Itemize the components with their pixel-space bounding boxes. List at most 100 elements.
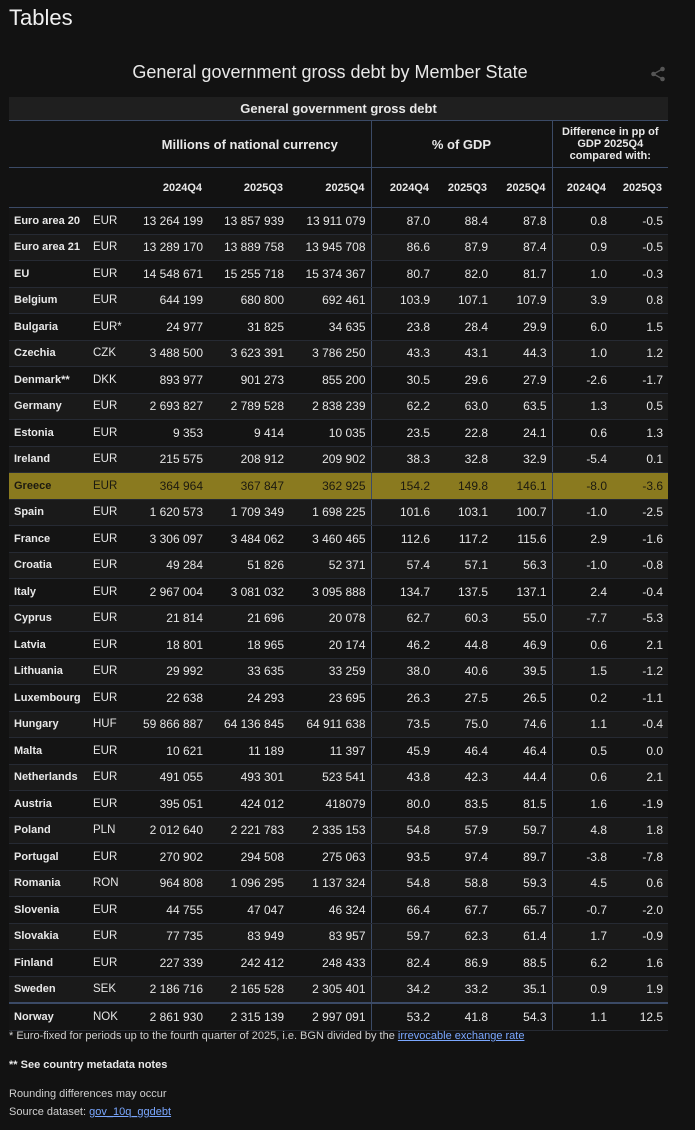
value-cell: 13 289 170 [129, 234, 208, 261]
value-cell: 44 755 [129, 896, 208, 924]
value-cell: -2.6 [551, 366, 612, 394]
value-cell: 54.8 [370, 817, 435, 844]
table-row: Norway NOK 2 861 930 2 315 139 2 997 091 53.2… [9, 1002, 669, 1031]
value-cell: 215 575 [129, 446, 208, 473]
country-cell: Norway [9, 1002, 89, 1031]
country-cell: Latvia [9, 631, 89, 659]
value-cell: 32.8 [435, 446, 493, 473]
value-cell: 64 136 845 [208, 711, 289, 738]
dataset-link[interactable]: gov_10q_ggdebt [89, 1106, 171, 1118]
value-cell: 42.3 [435, 764, 493, 791]
value-cell: 395 051 [129, 790, 208, 818]
value-cell: 29.6 [435, 366, 493, 394]
unit-cell: EUR [89, 631, 129, 659]
country-cell: Denmark** [9, 366, 89, 394]
country-cell: Italy [9, 578, 89, 606]
value-cell: 2 305 401 [289, 976, 371, 1004]
col-group-difference: Difference in pp of GDP 2025Q4 compared … [551, 120, 669, 168]
debt-table: General government gross debt Millions o… [9, 97, 669, 1031]
value-cell: 58.8 [435, 870, 493, 897]
period-header: 2024Q4 [551, 167, 612, 208]
value-cell: 964 808 [129, 870, 208, 897]
value-cell: 29 992 [129, 658, 208, 685]
value-cell: 59.7 [493, 817, 552, 844]
value-cell: 82.4 [370, 949, 435, 977]
value-cell: 26.3 [370, 684, 435, 712]
period-header: 2025Q4 [493, 167, 552, 208]
value-cell: 2.1 [612, 631, 669, 659]
value-cell: 59 866 887 [129, 711, 208, 738]
country-cell: Luxembourg [9, 684, 89, 712]
value-cell: 1.1 [551, 1002, 612, 1031]
value-cell: 0.2 [551, 684, 612, 712]
value-cell: 134.7 [370, 578, 435, 606]
unit-cell: EUR [89, 287, 129, 314]
value-cell: 1.1 [551, 711, 612, 738]
table-title: General government gross debt by Member … [132, 62, 528, 82]
value-cell: -2.0 [612, 896, 669, 924]
value-cell: 81.7 [493, 260, 552, 288]
page-title: Tables [9, 5, 73, 30]
value-cell: 49 284 [129, 552, 208, 579]
value-cell: 0.6 [612, 870, 669, 897]
value-cell: 367 847 [208, 472, 289, 500]
share-icon[interactable] [650, 66, 666, 82]
value-cell: 32.9 [493, 446, 552, 473]
value-cell: 55.0 [493, 605, 552, 632]
value-cell: 34 635 [289, 313, 371, 341]
value-cell: -7.8 [612, 843, 669, 871]
value-cell: 63.0 [435, 393, 493, 420]
value-cell: 1.5 [612, 313, 669, 341]
value-cell: 0.6 [551, 764, 612, 791]
value-cell: 3 081 032 [208, 578, 289, 606]
value-cell: 13 889 758 [208, 234, 289, 261]
table-row: Hungary HUF 59 866 887 64 136 845 64 911 638… [9, 711, 669, 738]
value-cell: -1.9 [612, 790, 669, 818]
value-cell: -0.5 [612, 234, 669, 261]
value-cell: 15 374 367 [289, 260, 371, 288]
value-cell: -5.4 [551, 446, 612, 473]
value-cell: 424 012 [208, 790, 289, 818]
value-cell: 24 977 [129, 313, 208, 341]
period-header: 2025Q3 [612, 167, 669, 208]
value-cell: 1.0 [551, 260, 612, 288]
value-cell: 418079 [289, 790, 371, 818]
value-cell: 62.3 [435, 923, 493, 950]
value-cell: 1.6 [551, 790, 612, 818]
value-cell: 1.9 [612, 976, 669, 1004]
unit-cell: EUR [89, 472, 129, 500]
value-cell: 2 315 139 [208, 1002, 289, 1031]
value-cell: 22 638 [129, 684, 208, 712]
unit-cell: EUR [89, 446, 129, 473]
value-cell: 59.3 [493, 870, 552, 897]
value-cell: 1 096 295 [208, 870, 289, 897]
value-cell: 27.5 [435, 684, 493, 712]
value-cell: 1.2 [612, 340, 669, 367]
value-cell: 137.5 [435, 578, 493, 606]
unit-cell: EUR [89, 525, 129, 553]
value-cell: 523 541 [289, 764, 371, 791]
value-cell: 97.4 [435, 843, 493, 871]
country-cell: Lithuania [9, 658, 89, 685]
value-cell: 43.3 [370, 340, 435, 367]
value-cell: 855 200 [289, 366, 371, 394]
value-cell: 65.7 [493, 896, 552, 924]
unit-cell: EUR [89, 605, 129, 632]
value-cell: 46.4 [493, 737, 552, 765]
value-cell: 87.4 [493, 234, 552, 261]
value-cell: -0.5 [612, 207, 669, 235]
value-cell: 46.9 [493, 631, 552, 659]
value-cell: 0.1 [612, 446, 669, 473]
value-cell: 680 800 [208, 287, 289, 314]
country-cell: Euro area 21 [9, 234, 89, 261]
value-cell: 6.0 [551, 313, 612, 341]
value-cell: 0.9 [551, 234, 612, 261]
exchange-rate-link[interactable]: irrevocable exchange rate [398, 1030, 525, 1042]
value-cell: 2 012 640 [129, 817, 208, 844]
value-cell: 275 063 [289, 843, 371, 871]
footnote-text: * Euro-fixed for periods up to the fourt… [9, 1030, 398, 1042]
value-cell: 149.8 [435, 472, 493, 500]
table-row: Spain EUR 1 620 573 1 709 349 1 698 225 101.6… [9, 499, 669, 526]
value-cell: 294 508 [208, 843, 289, 871]
unit-cell: DKK [89, 366, 129, 394]
